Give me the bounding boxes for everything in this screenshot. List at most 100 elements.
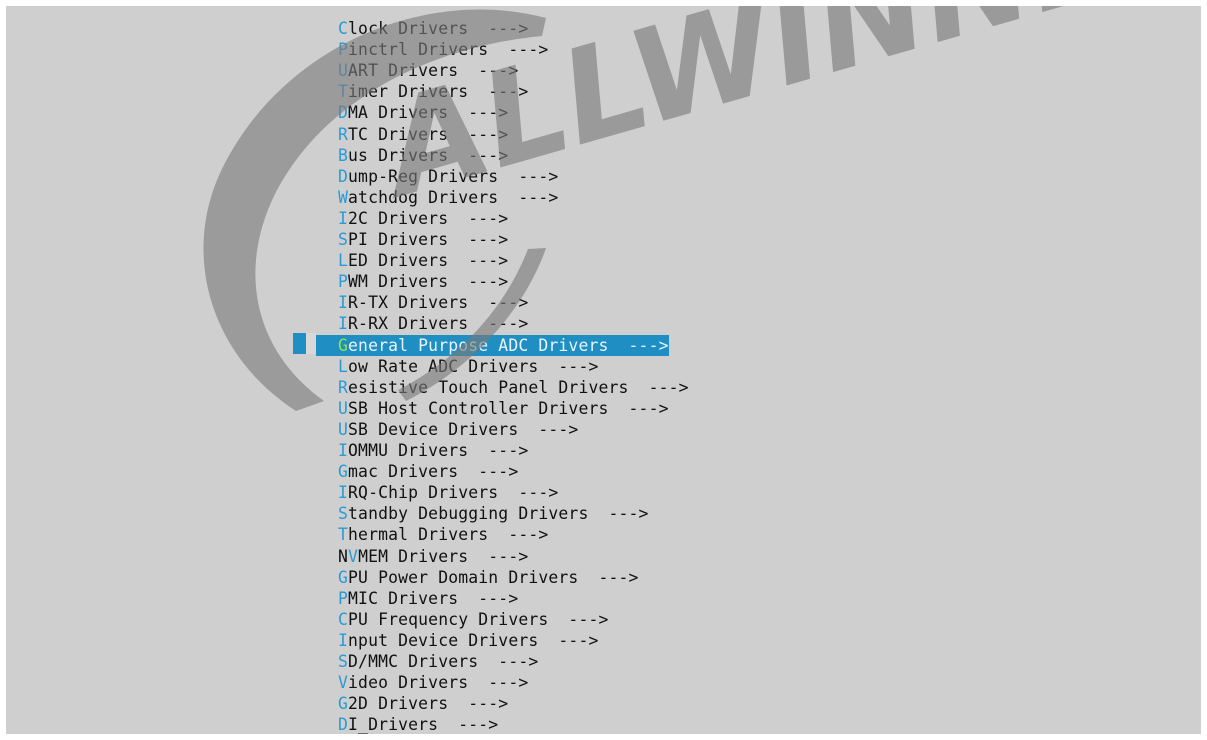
menu-item[interactable]: Resistive Touch Panel Drivers ---> <box>316 377 689 398</box>
menu-item-hotkey: G <box>338 567 349 587</box>
menu-item-prefix: N <box>338 546 349 566</box>
menu-item-label: lock Drivers ---> <box>348 19 529 38</box>
menu-item-hotkey: R <box>338 124 349 144</box>
menu-item-label: R-RX Drivers ---> <box>348 314 529 334</box>
menu-item[interactable]: Thermal Drivers ---> <box>316 524 548 545</box>
menu-item-label: nput Device Drivers ---> <box>348 630 599 650</box>
menu-item-label: R-TX Drivers ---> <box>348 293 529 313</box>
menu-item[interactable]: Low Rate ADC Drivers ---> <box>316 356 598 377</box>
menu-item[interactable]: General Purpose ADC Drivers ---> <box>316 334 669 356</box>
menu-item-hotkey: D <box>338 103 349 123</box>
menu-item-hotkey: I <box>338 441 349 460</box>
menu-item-label: PU Power Domain Drivers ---> <box>348 567 639 587</box>
menu-item-label: ideo Drivers ---> <box>348 673 529 693</box>
menu-item-hotkey: W <box>338 187 349 207</box>
menu-item-label: SB Device Drivers ---> <box>348 419 579 439</box>
menu-item-hotkey: C <box>338 609 349 629</box>
selection-cursor <box>293 333 306 354</box>
menu-item[interactable]: USB Host Controller Drivers ---> <box>316 398 669 419</box>
menu-item[interactable]: Bus Drivers ---> <box>316 145 508 166</box>
menu-item-hotkey: I <box>338 483 349 503</box>
menu-item-label: atchdog Drivers ---> <box>348 187 559 207</box>
menu-item-hotkey: I <box>338 314 349 334</box>
menu-item-hotkey: U <box>338 398 349 418</box>
menu-item-hotkey: G <box>338 462 349 482</box>
menu-item-hotkey: V <box>338 673 349 693</box>
menu-item[interactable]: GPU Power Domain Drivers ---> <box>316 567 639 588</box>
menu-item[interactable]: SD/MMC Drivers ---> <box>316 651 538 672</box>
menu-item-label: RQ-Chip Drivers ---> <box>348 483 559 503</box>
menu-item[interactable]: IOMMU Drivers ---> <box>316 440 528 461</box>
menu-item[interactable]: IRQ-Chip Drivers ---> <box>316 482 558 503</box>
menu-item-hotkey: P <box>338 272 349 292</box>
menu-item[interactable]: I2C Drivers ---> <box>316 208 508 229</box>
menu-item-hotkey: I <box>338 630 349 650</box>
menu-item-hotkey: L <box>338 356 349 376</box>
menu-item-label: 2C Drivers ---> <box>348 208 509 228</box>
driver-menu-list: Clock Drivers ---> Pinctrl Drivers ---> UA… <box>6 6 1201 734</box>
menuconfig-terminal: Clock Drivers ---> Pinctrl Drivers ---> UA… <box>6 6 1201 734</box>
menu-item[interactable]: PMIC Drivers ---> <box>316 588 518 609</box>
menu-item[interactable]: Input Device Drivers ---> <box>316 630 598 651</box>
menu-item-label: tandby Debugging Drivers ---> <box>348 504 649 524</box>
menu-item-hotkey: D <box>338 715 349 734</box>
menu-item-label: ow Rate ADC Drivers ---> <box>348 356 599 376</box>
menu-item-label: eneral Purpose ADC Drivers ---> <box>348 335 669 355</box>
menu-item[interactable]: DI_Drivers ---> <box>316 714 498 734</box>
menu-item[interactable]: Standby Debugging Drivers ---> <box>316 503 649 524</box>
menu-item-label: 2D Drivers ---> <box>348 694 509 714</box>
menu-item[interactable]: RTC Drivers ---> <box>316 124 508 145</box>
menu-item-label: MEM Drivers ---> <box>358 546 529 566</box>
menu-item-label: PU Frequency Drivers ---> <box>348 609 609 629</box>
menu-item-hotkey: T <box>338 525 349 545</box>
menu-item[interactable]: IR-TX Drivers ---> <box>316 292 528 313</box>
menu-item-hotkey: D <box>338 166 349 186</box>
menu-item[interactable]: Watchdog Drivers ---> <box>316 187 558 208</box>
menu-item-label: D/MMC Drivers ---> <box>348 652 539 671</box>
menu-item-hotkey: V <box>348 546 359 566</box>
menu-item[interactable]: SPI Drivers ---> <box>316 229 508 250</box>
menu-item[interactable]: Pinctrl Drivers ---> <box>316 39 548 60</box>
menu-item[interactable]: CPU Frequency Drivers ---> <box>316 609 609 630</box>
menu-item-label: MIC Drivers ---> <box>348 588 519 608</box>
menu-item[interactable]: USB Device Drivers ---> <box>316 419 578 440</box>
menu-item[interactable]: Gmac Drivers ---> <box>316 461 518 482</box>
menu-item[interactable]: Clock Drivers ---> <box>316 18 528 39</box>
menu-item[interactable]: Timer Drivers ---> <box>316 81 528 102</box>
menu-item[interactable]: NVMEM Drivers ---> <box>316 546 528 567</box>
menu-item-hotkey: I <box>338 208 349 228</box>
menu-item-label: WM Drivers ---> <box>348 272 509 292</box>
menu-item[interactable]: G2D Drivers ---> <box>316 693 508 714</box>
menu-item[interactable]: LED Drivers ---> <box>316 250 508 271</box>
menu-item-label: us Drivers ---> <box>348 145 509 165</box>
menu-item-label: hermal Drivers ---> <box>348 525 549 545</box>
menu-item-hotkey: G <box>338 694 349 714</box>
menu-item-label: TC Drivers ---> <box>348 124 509 144</box>
menu-item-label: esistive Touch Panel Drivers ---> <box>348 377 689 397</box>
menu-item-hotkey: S <box>338 652 349 671</box>
menu-item-hotkey: P <box>338 40 349 60</box>
menu-item[interactable]: DMA Drivers ---> <box>316 102 508 123</box>
menu-item[interactable]: UART Drivers ---> <box>316 60 518 81</box>
menu-item[interactable]: Video Drivers ---> <box>316 672 528 693</box>
menu-item-hotkey: C <box>338 19 349 38</box>
menu-item-hotkey: G <box>338 335 349 355</box>
menu-item-label: SB Host Controller Drivers ---> <box>348 398 669 418</box>
menu-item[interactable]: IR-RX Drivers ---> <box>316 313 528 334</box>
menu-item-label: OMMU Drivers ---> <box>348 441 529 460</box>
menu-item-label: PI Drivers ---> <box>348 230 509 249</box>
menu-item-label: I_Drivers ---> <box>348 715 499 734</box>
menu-item-hotkey: T <box>338 82 349 102</box>
menu-item[interactable]: PWM Drivers ---> <box>316 271 508 292</box>
menu-item-hotkey: U <box>338 419 349 439</box>
menu-item-label: mac Drivers ---> <box>348 462 519 482</box>
menu-item-hotkey: S <box>338 230 349 249</box>
menu-item-hotkey: B <box>338 145 349 165</box>
menu-item[interactable]: Dump-Reg Drivers ---> <box>316 166 558 187</box>
menu-item-hotkey: U <box>338 61 349 81</box>
menu-item-label: inctrl Drivers ---> <box>348 40 549 60</box>
menu-item-hotkey: S <box>338 504 349 524</box>
menu-item-hotkey: L <box>338 251 349 271</box>
menu-item-hotkey: I <box>338 293 349 313</box>
menu-item-hotkey: R <box>338 377 349 397</box>
